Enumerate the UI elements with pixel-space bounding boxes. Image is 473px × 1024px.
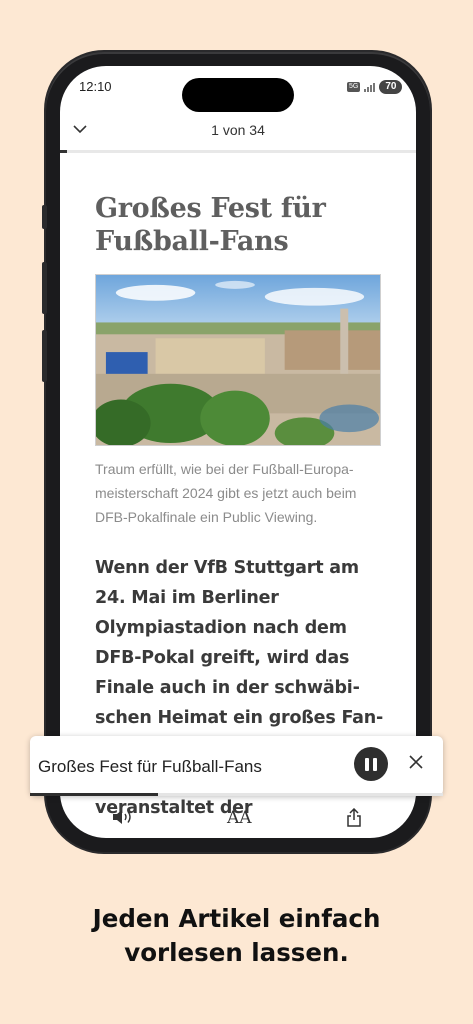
signal-icon xyxy=(364,82,376,92)
status-icons: 5G 70 xyxy=(347,80,403,94)
reader-toolbar: AA xyxy=(60,800,416,834)
article-progress-bar xyxy=(60,150,416,153)
network-badge: 5G xyxy=(347,82,361,92)
player-progress-fill xyxy=(30,793,159,796)
phone-volume-up xyxy=(42,262,47,314)
phone-volume-down xyxy=(42,330,47,382)
audio-player: Großes Fest für Fußball-Fans xyxy=(30,736,443,796)
close-icon[interactable] xyxy=(408,754,424,775)
article-content: Großes Fest für Fußball-Fans Traum erfül… xyxy=(95,192,385,823)
pause-icon xyxy=(365,757,369,771)
player-title: Großes Fest für Fußball-Fans xyxy=(38,757,262,776)
player-progress-bar[interactable] xyxy=(30,793,443,796)
speaker-icon[interactable] xyxy=(111,808,133,831)
pause-button[interactable] xyxy=(354,747,388,781)
battery-indicator: 70 xyxy=(379,80,403,94)
article-headline: Großes Fest für Fußball-Fans xyxy=(95,193,326,257)
photo-caption: Traum erfüllt, wie bei der Fußball-Europ… xyxy=(95,461,357,525)
phone-side-button xyxy=(42,205,47,229)
article-nav-bar: 1 von 34 xyxy=(60,116,416,146)
page-counter: 1 von 34 xyxy=(211,122,265,138)
status-time: 12:10 xyxy=(79,79,112,94)
text-size-button[interactable]: AA xyxy=(227,808,252,828)
promo-tagline: Jeden Artikel einfach vorlesen lassen. xyxy=(0,902,473,970)
article-progress-fill xyxy=(60,150,67,153)
dynamic-island xyxy=(182,78,294,112)
share-icon[interactable] xyxy=(346,807,362,832)
tagline-line-1: Jeden Artikel einfach xyxy=(92,904,381,933)
article-photo xyxy=(95,274,381,446)
tagline-line-2: vorlesen lassen. xyxy=(124,938,349,967)
